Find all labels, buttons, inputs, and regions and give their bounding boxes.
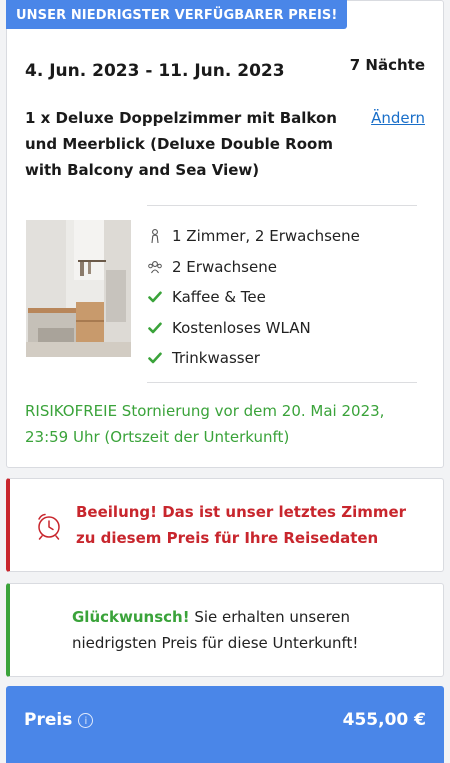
congrats-message: Glückwunsch! Sie erhalten unseren niedri… <box>72 604 422 656</box>
alarm-clock-icon <box>34 511 64 541</box>
congrats-banner: Glückwunsch! Sie erhalten unseren niedri… <box>6 583 444 677</box>
person-icon <box>147 228 163 244</box>
check-icon <box>147 289 163 305</box>
room-name: 1 x Deluxe Doppelzimmer mit Balkon und M… <box>25 109 337 179</box>
check-icon <box>147 320 163 336</box>
divider <box>147 205 417 206</box>
price-label-group: Preis i <box>24 710 94 730</box>
divider <box>147 382 417 383</box>
lowest-price-ribbon: UNSER NIEDRIGSTER VERFÜGBARER PREIS! <box>6 0 348 29</box>
feature-coffee: Kaffee & Tee <box>147 282 360 313</box>
room-features: 1 Zimmer, 2 Erwachsene 2 Erwachsene Kaff… <box>147 221 360 374</box>
stay-dates: 4. Jun. 2023 - 11. Jun. 2023 <box>25 61 285 81</box>
feature-adults: 2 Erwachsene <box>147 252 360 283</box>
price-bar: Preis i 455,00 € <box>6 686 444 763</box>
scarcity-alert: Beeilung! Das ist unser letztes Zimmer z… <box>6 478 444 572</box>
cancellation-policy: RISIKOFREIE Stornierung vor dem 20. Mai … <box>25 402 385 446</box>
group-icon <box>147 259 163 275</box>
nights-count: 7 Nächte <box>349 56 425 74</box>
feature-rooms: 1 Zimmer, 2 Erwachsene <box>147 221 360 252</box>
price-label: Preis <box>24 710 73 730</box>
offer-card: 4. Jun. 2023 - 11. Jun. 2023 7 Nächte 1 … <box>6 0 444 468</box>
congrats-highlight: Glückwunsch! <box>72 608 190 626</box>
feature-wifi: Kostenloses WLAN <box>147 313 360 344</box>
price-value: 455,00 € <box>342 710 426 730</box>
feature-water: Trinkwasser <box>147 343 360 374</box>
info-icon[interactable]: i <box>78 712 94 728</box>
room-photo[interactable] <box>26 220 131 357</box>
check-icon <box>147 350 163 366</box>
scarcity-text: Beeilung! Das ist unser letztes Zimmer z… <box>76 503 407 547</box>
change-room-link[interactable]: Ändern <box>371 105 425 131</box>
